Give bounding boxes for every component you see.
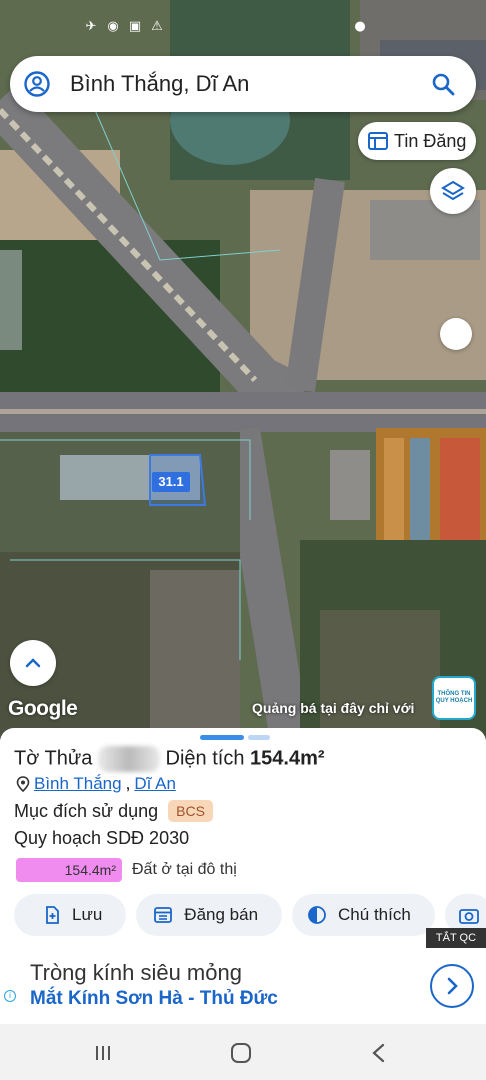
save-label: Lưu (72, 905, 103, 924)
ad-headline[interactable]: Tròng kính siêu mỏng (30, 960, 242, 986)
system-nav-bar (0, 1024, 486, 1080)
search-icon[interactable] (430, 71, 456, 97)
legend-icon (308, 906, 326, 924)
tin-dang-button[interactable]: Tin Đăng (358, 122, 476, 160)
close-ad-button[interactable]: TẮT QC (426, 928, 486, 948)
legend-chip: 154.4m² (16, 858, 122, 882)
post-sale-button[interactable]: Đăng bán (136, 894, 283, 936)
layers-icon (441, 180, 465, 201)
area-label: Diện tích (165, 747, 245, 770)
expand-button[interactable] (10, 640, 56, 686)
camera-add-icon (458, 909, 479, 924)
legend-button[interactable]: Chú thích (292, 894, 435, 936)
notification-icon: ▣ (128, 19, 142, 34)
satellite-map[interactable]: ✈ ◉ ▣ ⚠ ● Bình Thắng, Dĩ An Tin Đăng 31.… (0, 0, 486, 740)
location-icon: ● (354, 19, 366, 34)
promo-logo[interactable]: THÔNG TIN QUY HOẠCH (432, 676, 476, 720)
home-icon[interactable] (230, 1042, 252, 1064)
promo-text[interactable]: Quảng bá tại đây chỉ với (252, 700, 414, 716)
purpose-badge[interactable]: BCS (168, 800, 213, 822)
chevron-right-icon (447, 977, 458, 995)
location-separator: , (125, 774, 131, 793)
sheet-handle[interactable] (200, 735, 244, 740)
my-location-button[interactable] (440, 318, 472, 350)
recent-apps-icon[interactable] (92, 1042, 114, 1064)
account-icon[interactable] (24, 71, 50, 97)
search-input[interactable]: Bình Thắng, Dĩ An (70, 71, 430, 97)
listing-icon (154, 907, 173, 923)
purpose-label: Mục đích sử dụng (14, 800, 159, 821)
area-value: 154.4m² (250, 747, 325, 770)
post-sale-label: Đăng bán (184, 905, 259, 924)
parcel-location: Bình Thắng , Dĩ An (16, 774, 176, 794)
notification-icon: ✈ (85, 19, 97, 34)
lot-label[interactable]: 31.1 (152, 472, 190, 492)
status-bar: ✈ ◉ ▣ ⚠ ● (0, 0, 486, 44)
chevron-up-icon (25, 658, 41, 668)
title-mid: Thửa (44, 747, 93, 770)
ad-advertiser[interactable]: Mắt Kính Sơn Hà - Thủ Đức (30, 988, 278, 1010)
google-logo: Google (8, 697, 78, 720)
ad-open-button[interactable] (430, 964, 474, 1008)
sheet-handle-secondary[interactable] (248, 735, 270, 740)
planning-label: Quy hoạch SDĐ 2030 (14, 828, 190, 848)
ad-banner[interactable]: Tròng kính siêu mỏng i Mắt Kính Sơn Hà -… (0, 948, 486, 1024)
screen: ✈ ◉ ▣ ⚠ ● Bình Thắng, Dĩ An Tin Đăng 31.… (0, 0, 486, 1080)
search-bar[interactable]: Bình Thắng, Dĩ An (10, 56, 476, 112)
promo-logo-line1: THÔNG TIN (437, 691, 471, 697)
legend-button-label: Chú thích (338, 905, 411, 924)
action-row: Lưu Đăng bán Chú thích (14, 894, 486, 936)
notification-icon: ◉ (107, 19, 119, 34)
purpose-row: Mục đích sử dụng BCS (14, 800, 213, 822)
location-pin-icon (16, 776, 30, 792)
save-button[interactable]: Lưu (14, 894, 127, 936)
promo-logo-line2: QUY HOẠCH (435, 698, 473, 704)
warning-icon: ⚠ (151, 19, 163, 34)
city-link[interactable]: Dĩ An (134, 774, 176, 794)
parcel-sheet: Tờ Thửa Diện tích 154.4m² Bình Thắng , D… (0, 728, 486, 948)
planning-legend: 154.4m² Đất ở tại đô thị (16, 858, 237, 882)
listing-icon (368, 132, 388, 150)
redacted-number (97, 746, 160, 772)
ad-info-icon[interactable]: i (4, 990, 16, 1002)
legend-label: Đất ở tại đô thị (132, 861, 237, 878)
ward-link[interactable]: Bình Thắng (34, 774, 122, 794)
layers-button[interactable] (430, 168, 476, 214)
parcel-title: Tờ Thửa Diện tích 154.4m² (14, 746, 325, 772)
bookmark-add-icon (46, 906, 59, 924)
back-icon[interactable] (368, 1042, 390, 1064)
title-prefix: Tờ (14, 747, 40, 770)
tin-dang-label: Tin Đăng (394, 130, 467, 151)
